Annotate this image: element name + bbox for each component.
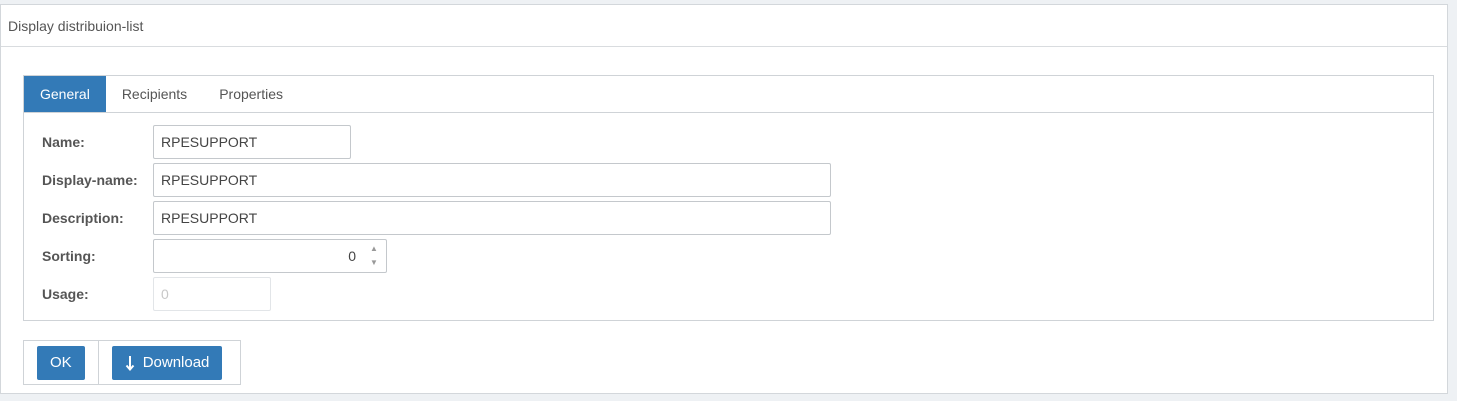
description-label: Description: bbox=[42, 210, 124, 226]
sorting-row: Sorting: 0 ▲ ▼ bbox=[42, 237, 1433, 275]
button-bar: OK Download bbox=[23, 340, 241, 385]
download-label: Download bbox=[142, 354, 210, 371]
display-name-label: Display-name: bbox=[42, 172, 138, 188]
panel-title: Display distribuion-list bbox=[1, 5, 1447, 47]
tab-recipients[interactable]: Recipients bbox=[106, 76, 203, 112]
chevron-down-icon[interactable]: ▼ bbox=[370, 257, 378, 269]
sorting-label: Sorting: bbox=[42, 248, 96, 264]
download-button[interactable]: Download bbox=[111, 345, 223, 380]
general-tab-content: Name: RPESUPPORT Display-name: RPESUPPOR… bbox=[24, 113, 1433, 313]
usage-field: 0 bbox=[153, 277, 271, 311]
tab-container: General Recipients Properties Name: RPES… bbox=[23, 75, 1434, 321]
description-row: Description: RPESUPPORT bbox=[42, 199, 1433, 237]
description-field[interactable]: RPESUPPORT bbox=[153, 201, 831, 235]
name-label: Name: bbox=[42, 134, 85, 150]
download-button-cell: Download bbox=[97, 341, 236, 384]
chevron-up-icon[interactable]: ▲ bbox=[370, 243, 378, 255]
tab-general[interactable]: General bbox=[24, 76, 106, 112]
tab-properties[interactable]: Properties bbox=[203, 76, 299, 112]
ok-button-cell: OK bbox=[24, 341, 98, 384]
display-name-field[interactable]: RPESUPPORT bbox=[153, 163, 831, 197]
display-name-row: Display-name: RPESUPPORT bbox=[42, 161, 1433, 199]
name-field[interactable]: RPESUPPORT bbox=[153, 125, 351, 159]
distribution-list-panel: Display distribuion-list General Recipie… bbox=[0, 4, 1448, 394]
sorting-spinner[interactable]: ▲ ▼ bbox=[368, 243, 380, 269]
name-row: Name: RPESUPPORT bbox=[42, 123, 1433, 161]
tab-bar: General Recipients Properties bbox=[24, 76, 1433, 113]
sorting-value: 0 bbox=[348, 248, 356, 264]
sorting-stepper[interactable]: 0 ▲ ▼ bbox=[153, 239, 387, 273]
arrow-down-icon bbox=[125, 355, 135, 371]
ok-button[interactable]: OK bbox=[37, 345, 85, 380]
usage-label: Usage: bbox=[42, 286, 89, 302]
usage-row: Usage: 0 bbox=[42, 275, 1433, 313]
